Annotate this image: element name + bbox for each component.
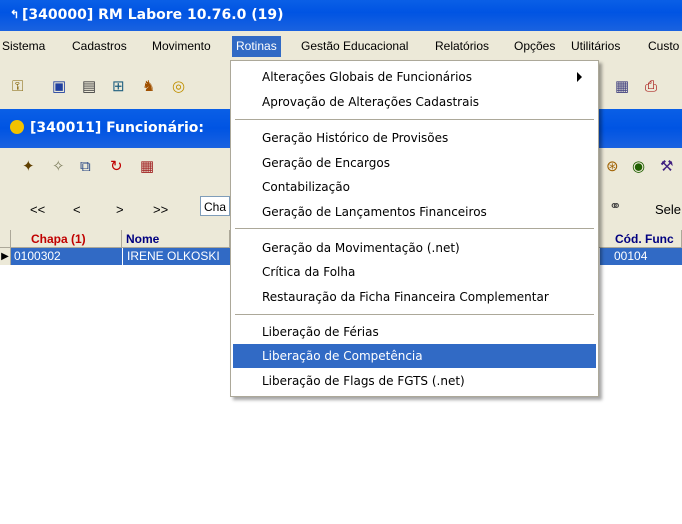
menu-item-liberacao-competencia[interactable]: Liberação de Competência (233, 344, 596, 368)
submenu-arrow-icon (577, 72, 582, 82)
column-header-cod-func[interactable]: Cód. Func (597, 230, 682, 248)
rotinas-dropdown-menu: Alterações Globais de Funcionários Aprov… (230, 60, 599, 397)
menu-sistema[interactable]: Sistema (2, 39, 45, 53)
menu-utilitarios[interactable]: Utilitários (571, 39, 620, 53)
menu-relatorios[interactable]: Relatórios (435, 39, 489, 53)
menu-separator (235, 228, 594, 229)
cell-chapa[interactable]: 0100302 (11, 248, 122, 265)
menu-item-liberacao-ferias[interactable]: Liberação de Férias (233, 320, 596, 344)
edit-record-icon[interactable]: ✧ (52, 159, 65, 175)
menu-item-critica-folha[interactable]: Crítica da Folha (233, 260, 596, 284)
people-icon[interactable]: ♞ (142, 79, 155, 95)
child-window-title: [340011] Funcionário: (30, 120, 204, 136)
menu-item-label: Alterações Globais de Funcionários (262, 70, 473, 84)
column-header-nome[interactable]: Nome (122, 230, 230, 248)
printer-icon[interactable]: ⎙ (645, 79, 657, 95)
select-button[interactable]: Sele (655, 202, 681, 217)
new-record-icon[interactable]: ✦ (22, 159, 35, 175)
menu-item-historico-provisoes[interactable]: Geração Histórico de Provisões (233, 126, 596, 150)
menu-cadastros[interactable]: Cadastros (72, 39, 127, 53)
menu-item-restauracao-ficha[interactable]: Restauração da Ficha Financeira Compleme… (233, 285, 596, 309)
menu-opcoes[interactable]: Opções (514, 39, 555, 53)
menu-gestao-educacional[interactable]: Gestão Educacional (301, 39, 408, 53)
menu-item-geracao-encargos[interactable]: Geração de Encargos (233, 151, 596, 175)
search-field-combo[interactable]: Cha (200, 196, 230, 216)
title-bar: ↰ [340000] RM Labore 10.76.0 (19) (0, 0, 682, 31)
menu-item-contabilizacao[interactable]: Contabilização (233, 175, 596, 199)
copy-record-icon[interactable]: ⧉ (80, 159, 91, 175)
menu-rotinas[interactable]: Rotinas (232, 36, 281, 57)
window-title: [340000] RM Labore 10.76.0 (19) (22, 7, 284, 23)
row-indicator-icon: ▶ (0, 248, 11, 265)
column-header-chapa[interactable]: Chapa (1) (11, 230, 122, 248)
calendar-icon[interactable]: ▦ (140, 159, 154, 175)
menu-separator (235, 119, 594, 120)
coin-icon[interactable]: ◎ (172, 79, 185, 95)
menu-item-alteracoes-globais[interactable]: Alterações Globais de Funcionários (233, 65, 596, 89)
app-icon: ↰ (10, 9, 20, 21)
menu-item-aprovacao-alteracoes[interactable]: Aprovação de Alterações Cadastrais (233, 90, 596, 114)
next-record-button[interactable]: > (116, 202, 124, 217)
refresh-icon[interactable]: ↻ (110, 159, 123, 175)
key-icon[interactable]: ⚿ (12, 79, 23, 95)
grid-corner (0, 230, 11, 248)
menu-movimento[interactable]: Movimento (152, 39, 211, 53)
menu-bar: Sistema Cadastros Movimento Rotinas Gest… (0, 31, 682, 63)
previous-record-button[interactable]: < (73, 202, 81, 217)
cell-cod-func[interactable]: 00104 (599, 248, 682, 265)
document-icon[interactable]: ▤ (82, 79, 96, 95)
binoculars-icon[interactable]: ⚭ (609, 199, 622, 215)
cell-nome[interactable]: IRENE OLKOSKI (122, 248, 230, 265)
first-record-button[interactable]: << (30, 202, 45, 217)
tools-icon[interactable]: ⚒ (660, 159, 673, 175)
menu-custo[interactable]: Custo (648, 39, 679, 53)
calculator-icon[interactable]: ▦ (615, 79, 629, 95)
search-icon[interactable]: ⊛ (606, 159, 619, 175)
menu-item-liberacao-flags-fgts[interactable]: Liberação de Flags de FGTS (.net) (233, 369, 596, 393)
org-chart-icon[interactable]: ⊞ (112, 79, 125, 95)
filter-icon[interactable]: ◉ (632, 159, 645, 175)
last-record-button[interactable]: >> (153, 202, 168, 217)
menu-item-geracao-movimentacao[interactable]: Geração da Movimentação (.net) (233, 236, 596, 260)
employee-icon[interactable]: ▣ (52, 79, 66, 95)
menu-item-lancamentos-financeiros[interactable]: Geração de Lançamentos Financeiros (233, 200, 596, 224)
menu-separator (235, 314, 594, 315)
child-window-icon (10, 120, 24, 134)
